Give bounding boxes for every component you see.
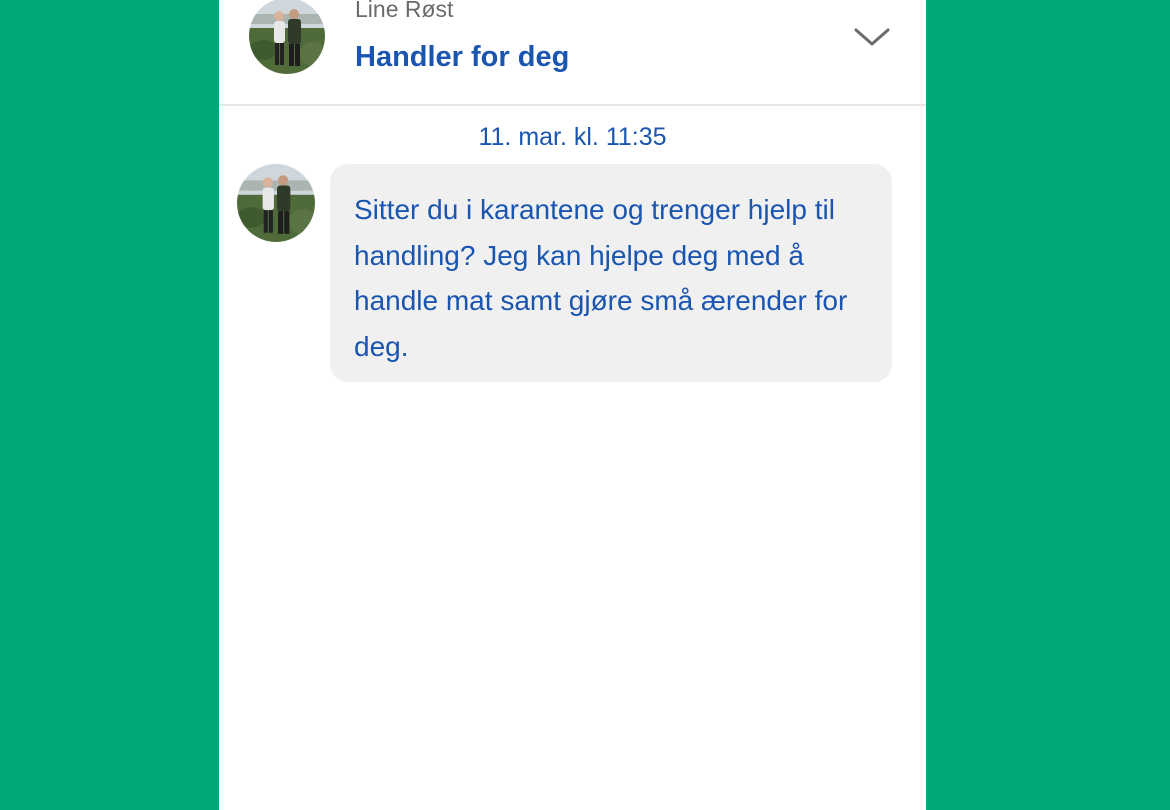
avatar[interactable] [237, 164, 315, 242]
conversation-subject: Handler for deg [355, 41, 570, 73]
message-bubble[interactable]: Sitter du i karantene og trenger hjelp t… [330, 164, 892, 382]
chevron-down-icon[interactable] [852, 24, 892, 50]
avatar[interactable] [249, 0, 325, 74]
conversation-header: Line Røst Handler for deg [219, 0, 926, 106]
sender-name: Line Røst [355, 0, 454, 22]
message-text: Sitter du i karantene og trenger hjelp t… [354, 194, 848, 362]
conversation-panel: Line Røst Handler for deg 11. mar. kl. 1… [219, 0, 926, 810]
message-timestamp: 11. mar. kl. 11:35 [478, 123, 667, 151]
